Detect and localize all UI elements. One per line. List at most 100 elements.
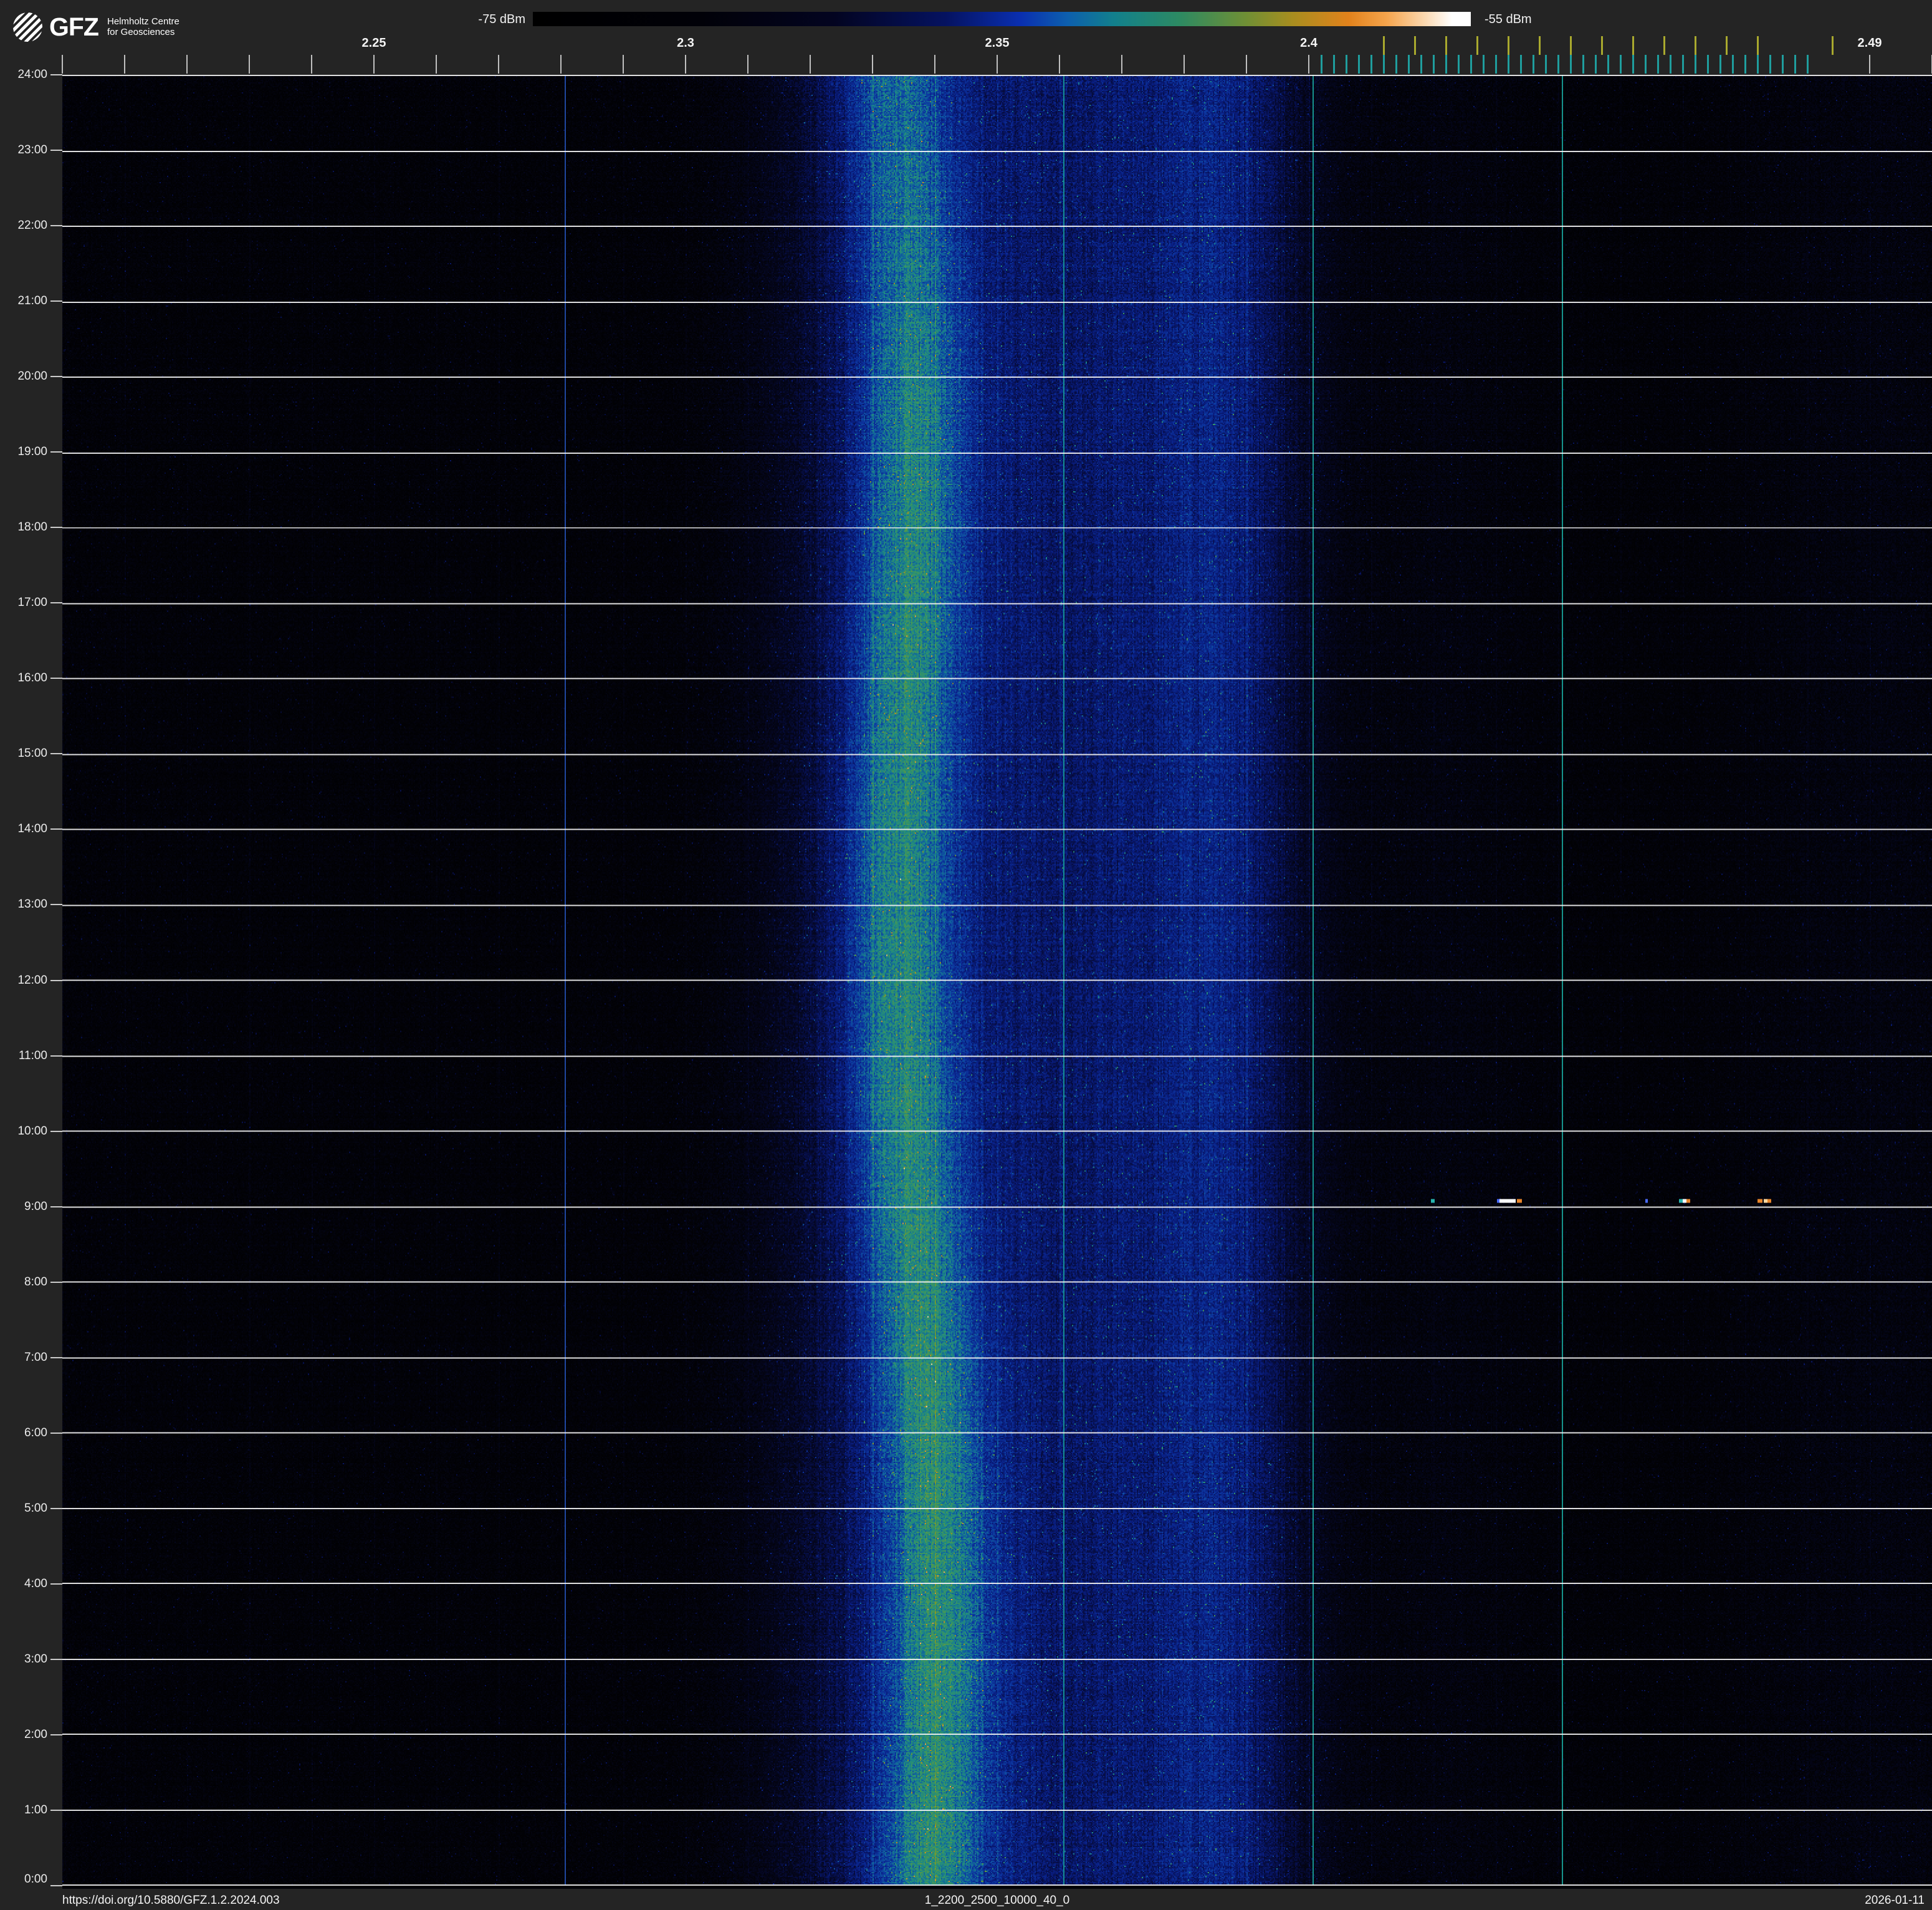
hour-axis-tick (50, 74, 62, 75)
ble-channel-tick (1533, 55, 1534, 74)
hour-axis-label: 3:00 (0, 1653, 47, 1666)
hour-axis-tick (50, 376, 62, 377)
wifi-channel-tick (1726, 36, 1728, 55)
freq-minor-tick (1184, 55, 1185, 74)
hour-axis-tick (50, 150, 62, 151)
wifi-channel-tick (1445, 36, 1447, 55)
hour-axis-label: 11:00 (0, 1049, 47, 1063)
ble-channel-tick (1408, 55, 1410, 74)
hour-axis-tick (50, 1810, 62, 1811)
freq-minor-tick (1246, 55, 1247, 74)
freq-axis-label: 2.3 (677, 36, 694, 50)
freq-minor-tick (934, 55, 935, 74)
freq-minor-tick (124, 55, 125, 74)
wifi-channel-tick (1695, 36, 1696, 55)
ble-channel-tick (1520, 55, 1522, 74)
freq-axis-label: 2.49 (1858, 36, 1882, 50)
freq-minor-tick (249, 55, 250, 74)
freq-minor-tick (1059, 55, 1060, 74)
ble-channel-tick (1807, 55, 1809, 74)
freq-minor-tick (373, 55, 375, 74)
hour-axis-label: 22:00 (0, 219, 47, 233)
ble-channel-tick (1769, 55, 1771, 74)
hour-axis-tick (50, 527, 62, 528)
ble-channel-tick (1719, 55, 1721, 74)
freq-axis-label: 2.35 (985, 36, 1010, 50)
hour-axis-label: 4:00 (0, 1577, 47, 1591)
wifi-channel-tick (1476, 36, 1478, 55)
wifi-channel-tick (1757, 36, 1759, 55)
ble-channel-tick (1470, 55, 1472, 74)
hour-axis-tick (50, 451, 62, 453)
ble-channel-tick (1557, 55, 1559, 74)
ble-channel-tick (1395, 55, 1397, 74)
freq-minor-tick (498, 55, 499, 74)
freq-minor-tick (1308, 55, 1309, 74)
wifi-channel-tick (1832, 36, 1834, 55)
hour-axis-label: 16:00 (0, 671, 47, 685)
ble-channel-tick (1445, 55, 1447, 74)
hour-axis-tick (50, 1432, 62, 1434)
hour-axis-label: 21:00 (0, 294, 47, 308)
hour-axis-tick (50, 1734, 62, 1735)
hour-axis-tick (50, 602, 62, 603)
ble-channel-tick (1695, 55, 1696, 74)
ble-channel-tick (1757, 55, 1759, 74)
hour-axis-label: 0:00 (0, 1873, 47, 1886)
freq-minor-tick (872, 55, 873, 74)
ble-channel-tick (1321, 55, 1322, 74)
wifi-channel-tick (1601, 36, 1603, 55)
hour-axis-tick (50, 1659, 62, 1660)
hour-axis-label: 9:00 (0, 1200, 47, 1214)
wifi-channel-tick (1632, 36, 1634, 55)
freq-minor-tick (186, 55, 188, 74)
ble-channel-tick (1495, 55, 1497, 74)
wifi-channel-tick (1663, 36, 1665, 55)
hour-axis-label: 13:00 (0, 898, 47, 911)
hour-axis-label: 8:00 (0, 1275, 47, 1289)
ble-channel-tick (1458, 55, 1460, 74)
ble-channel-tick (1682, 55, 1684, 74)
ble-channel-tick (1732, 55, 1734, 74)
hour-axis-label: 2:00 (0, 1728, 47, 1742)
wifi-channel-tick (1539, 36, 1541, 55)
spectrogram-page: { "header": { "logo": { "acronym": "GFZ"… (0, 0, 1932, 1910)
freq-axis-label: 2.25 (362, 36, 386, 50)
ble-channel-tick (1508, 55, 1509, 74)
time-axis: 24:0023:0022:0021:0020:0019:0018:0017:00… (0, 0, 62, 1910)
hour-axis-tick (50, 904, 62, 905)
ble-channel-tick (1483, 55, 1485, 74)
hour-axis-label: 20:00 (0, 370, 47, 383)
freq-minor-tick (560, 55, 562, 74)
wifi-channel-tick (1508, 36, 1509, 55)
ble-channel-tick (1346, 55, 1347, 74)
dataset-id-text: 1_2200_2500_10000_40_0 (925, 1894, 1069, 1908)
hour-axis-tick (50, 1583, 62, 1585)
freq-minor-tick (436, 55, 437, 74)
ble-channel-tick (1657, 55, 1659, 74)
wifi-channel-tick (1414, 36, 1416, 55)
ble-channel-tick (1620, 55, 1622, 74)
freq-minor-tick (810, 55, 811, 74)
hour-axis-label: 15:00 (0, 747, 47, 761)
doi-text: https://doi.org/10.5880/GFZ.1.2.2024.003 (62, 1894, 280, 1908)
ble-channel-tick (1744, 55, 1746, 74)
ble-channel-tick (1420, 55, 1422, 74)
spectrogram-heatmap (62, 75, 1932, 1886)
freq-minor-tick (997, 55, 998, 74)
hour-axis-label: 7:00 (0, 1351, 47, 1365)
hour-axis-tick (50, 1357, 62, 1358)
hour-axis-label: 17:00 (0, 596, 47, 610)
ble-channel-tick (1370, 55, 1372, 74)
date-label: 2026-01-11 (1865, 1894, 1925, 1908)
freq-minor-tick (1869, 55, 1870, 74)
ble-channel-tick (1794, 55, 1796, 74)
hour-axis-tick (50, 753, 62, 754)
hour-axis-label: 24:00 (0, 68, 47, 82)
hour-axis-label: 5:00 (0, 1502, 47, 1515)
hour-axis-tick (50, 1055, 62, 1057)
ble-channel-tick (1383, 55, 1385, 74)
ble-channel-tick (1782, 55, 1784, 74)
freq-minor-tick (311, 55, 312, 74)
ble-channel-tick (1595, 55, 1597, 74)
